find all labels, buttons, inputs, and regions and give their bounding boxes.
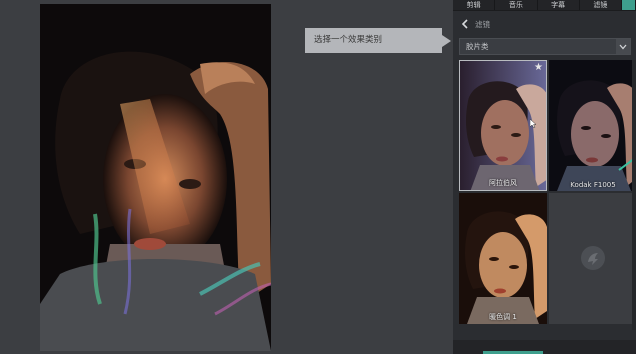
effect-thumb-1[interactable]: ★ 阿拉伯风 (459, 60, 547, 191)
preview-image (40, 4, 271, 351)
effect-thumb-2[interactable]: Kodak F1005 (549, 60, 636, 191)
panel-header: 滤镜 (453, 14, 636, 34)
tab-filter[interactable]: 滤镜 (580, 0, 622, 10)
panel-title: 滤镜 (475, 19, 490, 29)
effect-thumb-3[interactable]: 暖色调 1 (459, 193, 547, 324)
effects-grid: ★ 阿拉伯风 Kodak F1005 暖色调 1 (459, 60, 636, 330)
placeholder-logo-icon (581, 246, 605, 270)
effect-label: 阿拉伯风 (489, 179, 517, 187)
effect-label: 暖色调 1 (489, 313, 517, 321)
grid-scrollbar[interactable] (632, 60, 636, 330)
preview-canvas: 选择一个效果类别 (0, 0, 453, 354)
dropdown-value: 胶片类 (466, 42, 489, 51)
star-icon[interactable]: ★ (534, 63, 543, 73)
panel-tabs: 剪辑 音乐 字幕 滤镜 (453, 0, 636, 11)
tab-subtitle[interactable]: 字幕 (538, 0, 580, 10)
category-dropdown[interactable]: 胶片类 (459, 38, 631, 55)
tab-edit[interactable]: 剪辑 (453, 0, 496, 10)
panel-bottom-bar (453, 340, 636, 354)
category-tooltip: 选择一个效果类别 (305, 28, 451, 53)
cursor-icon (530, 119, 537, 128)
video-editor-window: 选择一个效果类别 剪辑 音乐 字幕 滤镜 滤镜 胶片类 ★ 阿拉伯风 Kodak… (0, 0, 636, 354)
tab-music[interactable]: 音乐 (495, 0, 538, 10)
effect-thumb-placeholder (549, 193, 636, 324)
effects-panel: 剪辑 音乐 字幕 滤镜 滤镜 胶片类 ★ 阿拉伯风 Kodak F1005 暖色… (453, 0, 636, 354)
chevron-down-icon (616, 39, 630, 54)
effect-label: Kodak F1005 (570, 181, 616, 189)
chevron-left-icon[interactable] (455, 14, 475, 34)
tab-active[interactable] (622, 0, 636, 10)
